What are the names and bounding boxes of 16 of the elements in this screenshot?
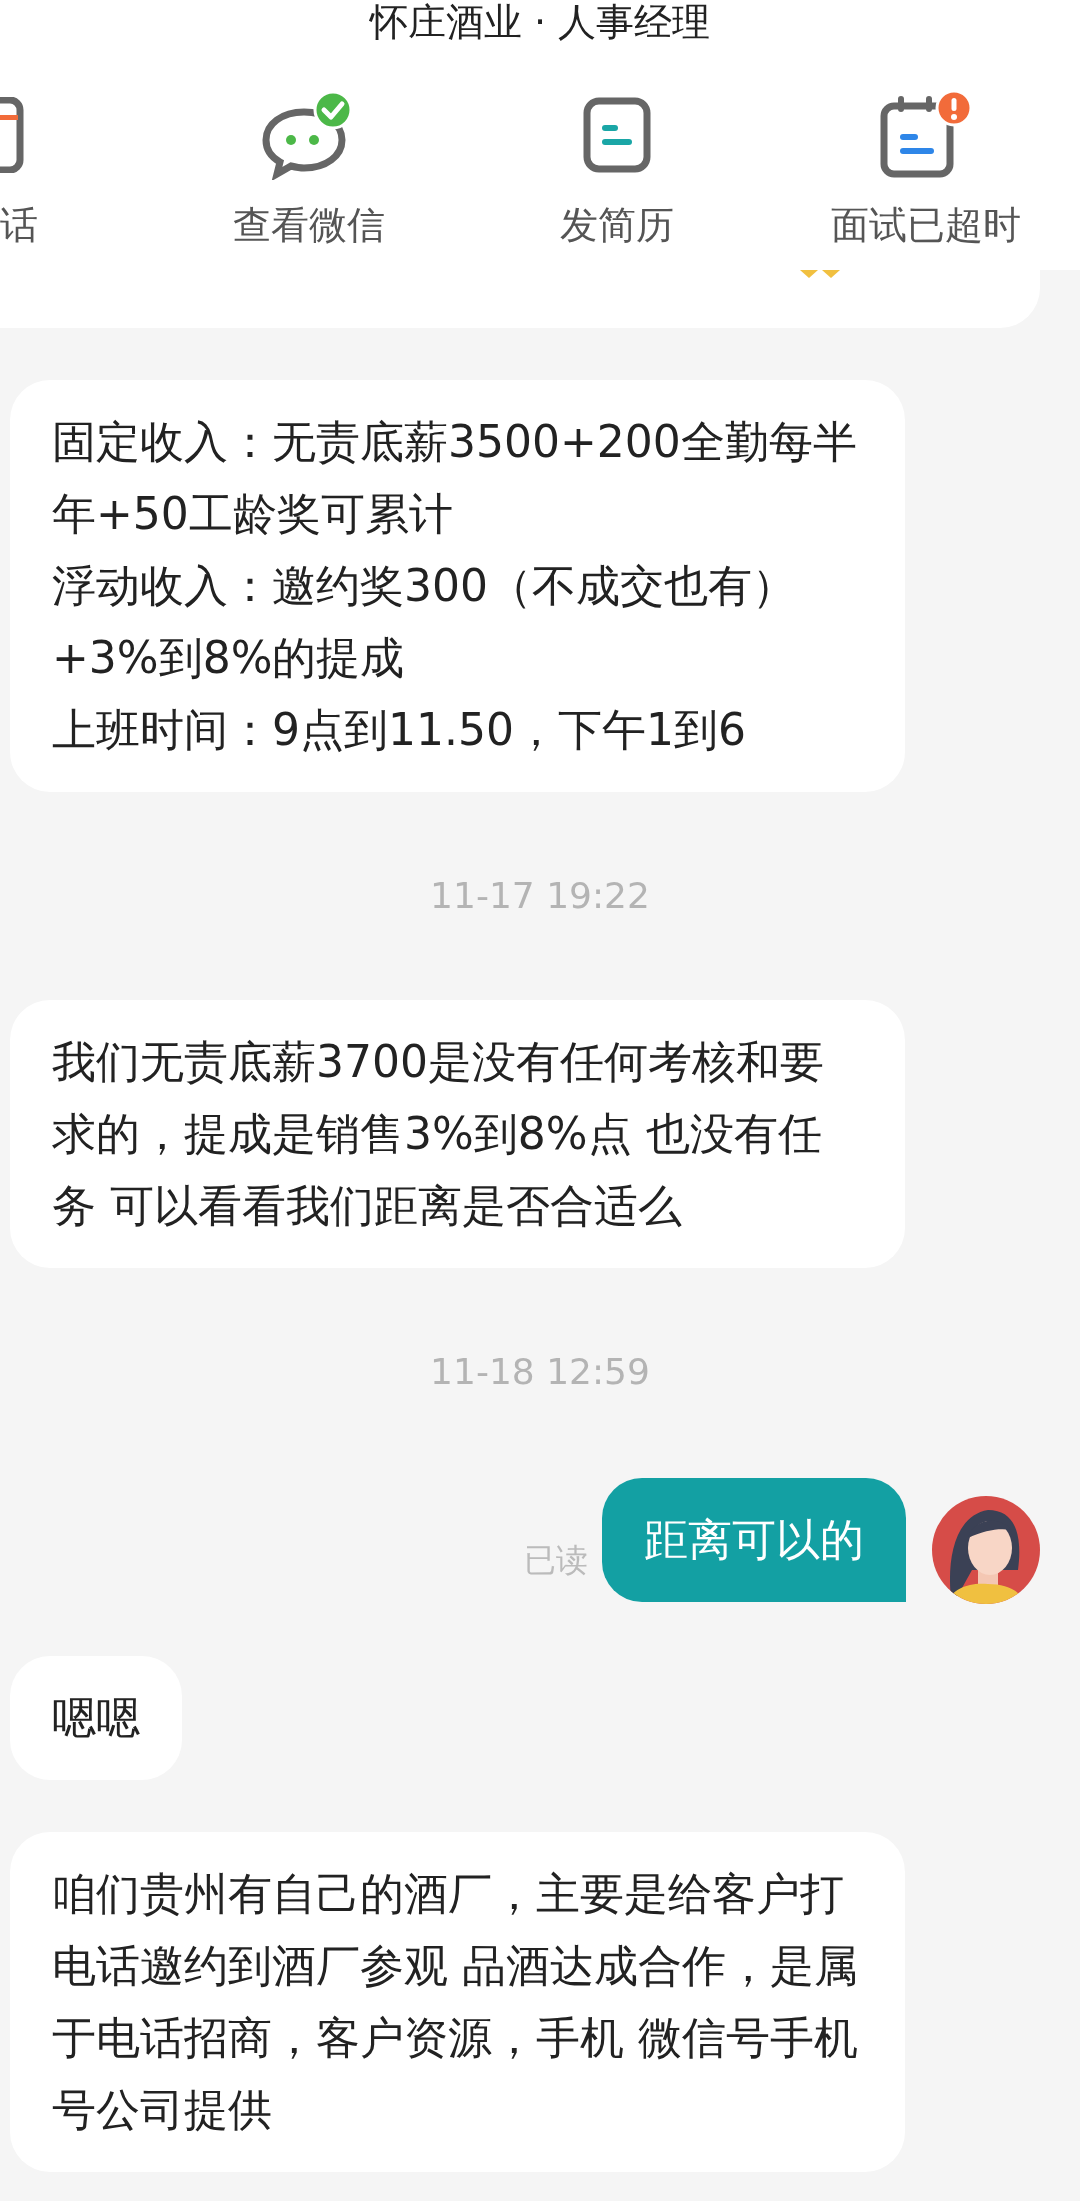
message-text: 我们无责底薪3700是没有任何考核和要求的，提成是销售3%到8%点 也没有任务 可以看看我们距离是否合适么 [52, 1035, 825, 1233]
toolbar-button[interactable]: 面试已超时 [771, 90, 1080, 270]
document-icon [582, 97, 653, 173]
message-text: 嗯嗯 [52, 1691, 140, 1745]
message-text: 浮动收入：邀约奖300（不成交也有）+3%到8%的提成 [52, 559, 797, 685]
timestamp: 11-17 19:22 [430, 874, 650, 918]
toolbar-button[interactable]: 发简历 [462, 90, 772, 270]
toolbar-button[interactable]: 查看微信 [154, 90, 463, 270]
message-text: 咱们贵州有自己的酒厂，主要是给客户打电话邀约到酒厂参观 品酒达成合作，是属于电话招商，客户资源，手机 微信号手机号公司提供 [52, 1867, 859, 2137]
toolbar-button[interactable]: 话 [0, 90, 155, 270]
message-text: 上班时间：9点到11.50，下午1到6 [52, 703, 747, 757]
read-status: 已读 [524, 1540, 588, 1581]
message-text: 固定收入：无责底薪3500+200全勤每半年+50工龄奖可累计 [52, 415, 858, 541]
timestamp: 11-18 12:59 [430, 1350, 650, 1394]
chat-title: 怀庄酒业 · 人事经理 [369, 0, 711, 44]
message-bubble: 距离可以的 [602, 1478, 906, 1602]
